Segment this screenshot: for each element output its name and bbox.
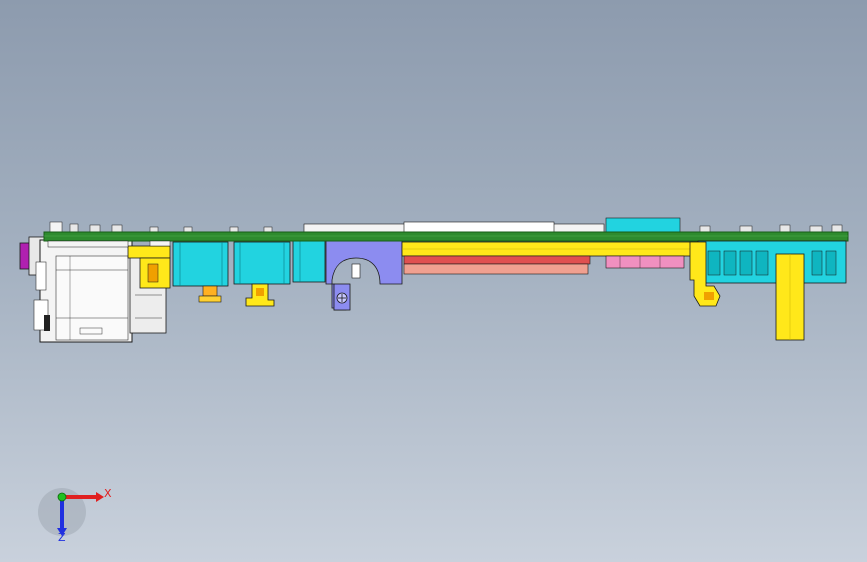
yellow-clip-1[interactable] [245, 283, 275, 307]
z-axis-label: Z [58, 531, 66, 544]
top-cyan-block[interactable] [605, 217, 681, 233]
pcb-board[interactable] [43, 231, 849, 242]
salmon-plate[interactable] [403, 255, 591, 275]
top-connector-long[interactable] [303, 221, 605, 233]
y-axis-dot [57, 492, 67, 502]
axis-triad: X Z [38, 487, 112, 544]
cyan-module-3[interactable] [292, 239, 326, 283]
yellow-rail[interactable] [401, 241, 699, 257]
under-board-parts[interactable] [47, 240, 171, 248]
cyan-module-2[interactable] [233, 241, 291, 285]
pink-plate[interactable] [605, 255, 685, 269]
magenta-connector[interactable] [19, 242, 31, 270]
cad-viewport[interactable]: X Z [0, 0, 867, 562]
cyan-module-1[interactable] [172, 241, 229, 287]
blue-bracket[interactable] [325, 239, 403, 311]
yellow-post[interactable] [775, 253, 805, 341]
standoff-foot-1[interactable] [198, 285, 222, 303]
x-axis-label: X [104, 487, 112, 500]
right-cyan-header[interactable] [697, 240, 847, 284]
